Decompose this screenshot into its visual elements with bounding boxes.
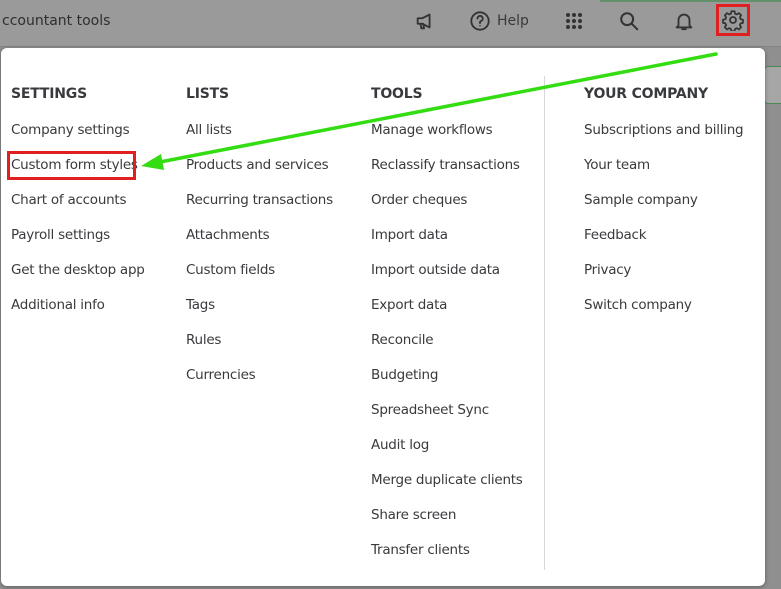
menu-item-payroll-settings[interactable]: Payroll settings (11, 227, 145, 262)
settings-column: SETTINGS Company settings Custom form st… (11, 86, 145, 313)
menu-item-all-lists[interactable]: All lists (186, 122, 333, 157)
help-button[interactable]: Help (469, 8, 529, 34)
search-button[interactable] (618, 8, 640, 34)
your-company-heading: YOUR COMPANY (584, 86, 708, 102)
menu-item-budgeting[interactable]: Budgeting (371, 367, 523, 402)
gear-icon (722, 10, 744, 31)
help-icon (470, 11, 490, 31)
menu-item-custom-fields[interactable]: Custom fields (186, 262, 333, 297)
custom-form-styles-highlight (7, 151, 136, 180)
menu-item-get-desktop-app[interactable]: Get the desktop app (11, 262, 145, 297)
menu-item-your-team[interactable]: Your team (584, 157, 743, 192)
menu-item-switch-company[interactable]: Switch company (584, 297, 743, 332)
menu-item-merge-duplicate-clients[interactable]: Merge duplicate clients (371, 472, 523, 507)
megaphone-icon (416, 13, 431, 30)
tools-heading: TOOLS (371, 86, 423, 102)
settings-menu-panel: SETTINGS Company settings Custom form st… (1, 48, 765, 586)
menu-item-attachments[interactable]: Attachments (186, 227, 333, 262)
help-label: Help (497, 13, 529, 29)
menu-item-import-outside-data[interactable]: Import outside data (371, 262, 523, 297)
menu-item-recurring-transactions[interactable]: Recurring transactions (186, 192, 333, 227)
menu-item-transfer-clients[interactable]: Transfer clients (371, 542, 523, 577)
your-company-column: YOUR COMPANY Subscriptions and billing Y… (584, 86, 744, 313)
menu-item-reconcile[interactable]: Reconcile (371, 332, 523, 367)
tools-column: TOOLS Manage workflows Reclassify transa… (371, 86, 523, 558)
bell-icon (675, 13, 693, 31)
menu-item-tags[interactable]: Tags (186, 297, 333, 332)
megaphone-button[interactable] (414, 8, 436, 34)
menu-item-chart-of-accounts[interactable]: Chart of accounts (11, 192, 145, 227)
menu-item-export-data[interactable]: Export data (371, 297, 523, 332)
top-bar: ccountant tools Help (0, 0, 781, 47)
menu-item-currencies[interactable]: Currencies (186, 367, 333, 402)
background-accent-line (600, 0, 781, 2)
apps-grid-icon (566, 13, 582, 29)
column-divider (544, 76, 545, 570)
menu-item-reclassify-transactions[interactable]: Reclassify transactions (371, 157, 523, 192)
menu-item-additional-info[interactable]: Additional info (11, 297, 145, 332)
page-title: ccountant tools (2, 13, 111, 29)
menu-item-import-data[interactable]: Import data (371, 227, 523, 262)
menu-item-order-cheques[interactable]: Order cheques (371, 192, 523, 227)
menu-item-feedback[interactable]: Feedback (584, 227, 743, 262)
apps-button[interactable] (564, 8, 584, 34)
lists-heading: LISTS (186, 86, 229, 102)
lists-column: LISTS All lists Products and services Re… (186, 86, 333, 383)
search-icon (620, 12, 639, 31)
menu-item-manage-workflows[interactable]: Manage workflows (371, 122, 523, 157)
menu-item-spreadsheet-sync[interactable]: Spreadsheet Sync (371, 402, 523, 437)
menu-item-rules[interactable]: Rules (186, 332, 333, 367)
settings-gear-button[interactable] (716, 4, 750, 36)
menu-item-sample-company[interactable]: Sample company (584, 192, 743, 227)
menu-item-privacy[interactable]: Privacy (584, 262, 743, 297)
settings-heading: SETTINGS (11, 86, 87, 102)
menu-item-subscriptions-and-billing[interactable]: Subscriptions and billing (584, 122, 744, 157)
menu-item-audit-log[interactable]: Audit log (371, 437, 523, 472)
notifications-button[interactable] (673, 8, 695, 34)
menu-item-share-screen[interactable]: Share screen (371, 507, 523, 542)
background-page-element (764, 66, 781, 104)
menu-item-products-and-services[interactable]: Products and services (186, 157, 333, 192)
